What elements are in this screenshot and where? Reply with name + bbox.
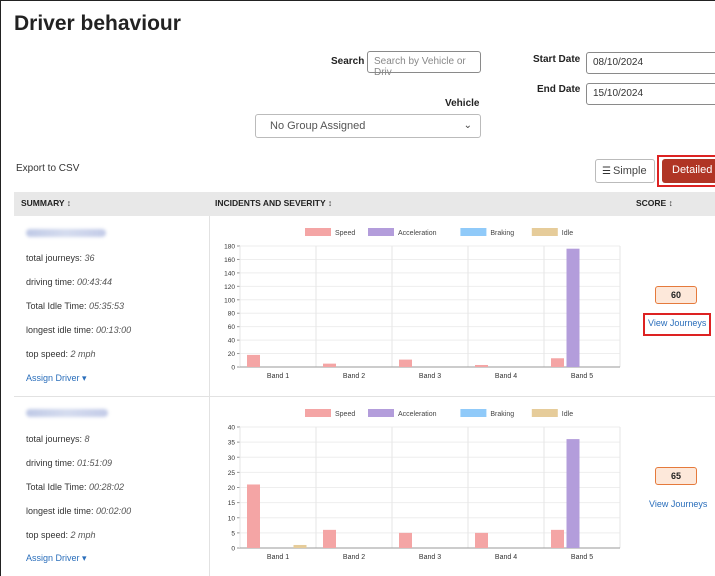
bar [399,359,412,367]
search-label: Search [331,56,365,67]
bar [551,529,564,548]
x-tick-label: Band 3 [419,373,441,380]
total-idle-time: Total Idle Time: 00:28:02 [26,482,125,492]
y-tick-label: 160 [224,257,235,264]
end-date-input[interactable]: 15/10/2024 [586,83,715,105]
total-journeys: total journeys: 36 [26,253,95,263]
bar [399,532,412,548]
legend-swatch [368,228,394,236]
score-badge: 65 [655,467,697,485]
legend-swatch [305,409,331,417]
bar [566,248,580,367]
highlight-outline [657,155,715,187]
incidents-chart: Speed Acceleration Braking Idle 0 5 10 15 20 25 30… [228,409,621,561]
end-date-label: End Date [537,84,581,95]
row-divider [14,396,715,397]
bar [247,354,260,367]
assign-driver-button[interactable]: Assign Driver ▾ [26,553,87,564]
x-tick-label: Band 2 [343,373,365,380]
y-tick-label: 100 [224,297,235,304]
incidents-column-header[interactable]: INCIDENTS AND SEVERITY ↕ [215,198,332,208]
y-tick-label: 60 [228,324,236,331]
total-idle-time: Total Idle Time: 05:35:53 [26,301,125,311]
x-tick-label: Band 4 [495,554,517,561]
y-tick-label: 0 [231,546,235,553]
chevron-down-icon: ⌄ [463,120,472,131]
y-tick-label: 140 [224,270,235,277]
legend-swatch [460,409,487,417]
driving-time: driving time: 01:51:09 [26,458,113,468]
legend-label: Braking [490,411,514,418]
legend-swatch [368,409,394,417]
x-tick-label: Band 3 [419,554,441,561]
legend-label: Idle [562,230,573,237]
y-tick-label: 15 [228,500,236,507]
y-tick-label: 30 [228,455,236,462]
start-date-label: Start Date [533,54,581,65]
total-journeys: total journeys: 8 [26,434,90,444]
incidents-chart: Speed Acceleration Braking Idle 0 20 40 60 80 100… [224,228,621,380]
assign-driver-button[interactable]: Assign Driver ▾ [26,373,87,384]
vehicle-select[interactable]: No Group Assigned ⌄ [255,114,481,138]
view-journeys-link[interactable]: View Journeys [649,499,707,509]
y-tick-label: 120 [224,284,235,291]
y-tick-label: 35 [228,440,236,447]
driver-name-redacted [26,409,108,417]
simple-view-button[interactable]: ☰ Simple [595,159,655,183]
legend-label: Speed [335,230,355,237]
top-speed: top speed: 2 mph [26,349,96,359]
export-csv-link[interactable]: Export to CSV [16,163,79,174]
top-speed: top speed: 2 mph [26,530,96,540]
bar [323,529,336,548]
y-tick-label: 0 [231,365,235,372]
bar [247,484,260,548]
legend-swatch [531,409,558,417]
legend-swatch [531,228,558,236]
driver-name-redacted [26,229,106,237]
y-tick-label: 40 [228,425,236,432]
y-tick-label: 20 [228,485,236,492]
longest-idle-time: longest idle time: 00:02:00 [26,506,132,516]
bar [323,363,336,367]
legend-label: Idle [562,411,573,418]
legend-swatch [305,228,331,236]
y-tick-label: 25 [228,470,236,477]
y-tick-label: 180 [224,244,235,251]
x-tick-label: Band 1 [267,373,289,380]
legend-label: Braking [490,230,514,237]
legend-label: Acceleration [398,411,437,418]
y-tick-label: 20 [228,351,236,358]
legend-swatch [460,228,487,236]
bar [293,544,307,548]
summary-column-header[interactable]: SUMMARY ↕ [21,198,71,208]
start-date-input[interactable]: 08/10/2024 [586,52,715,74]
x-tick-label: Band 1 [267,554,289,561]
y-tick-label: 40 [228,338,236,345]
score-column-header[interactable]: SCORE ↕ [636,198,673,208]
y-tick-label: 5 [231,530,235,537]
list-icon: ☰ [602,166,611,177]
bar [566,439,580,548]
simple-label: Simple [612,165,647,177]
x-tick-label: Band 5 [571,554,593,561]
driving-time: driving time: 00:43:44 [26,277,113,287]
page-title: Driver behaviour [14,12,181,35]
legend-label: Acceleration [398,230,437,237]
legend-label: Speed [335,411,355,418]
x-tick-label: Band 5 [571,373,593,380]
search-input[interactable]: Search by Vehicle or Driv [367,51,481,78]
bar [551,358,564,367]
x-tick-label: Band 2 [343,554,365,561]
score-badge: 60 [655,286,697,304]
bar [475,532,488,548]
highlight-outline [643,313,711,336]
longest-idle-time: longest idle time: 00:13:00 [26,325,132,335]
y-tick-label: 80 [228,311,236,318]
vehicle-label: Vehicle [445,98,480,109]
x-tick-label: Band 4 [495,373,517,380]
y-tick-label: 10 [228,515,236,522]
bar [475,364,488,367]
table-header [14,192,715,216]
vehicle-select-value: No Group Assigned [270,120,366,132]
